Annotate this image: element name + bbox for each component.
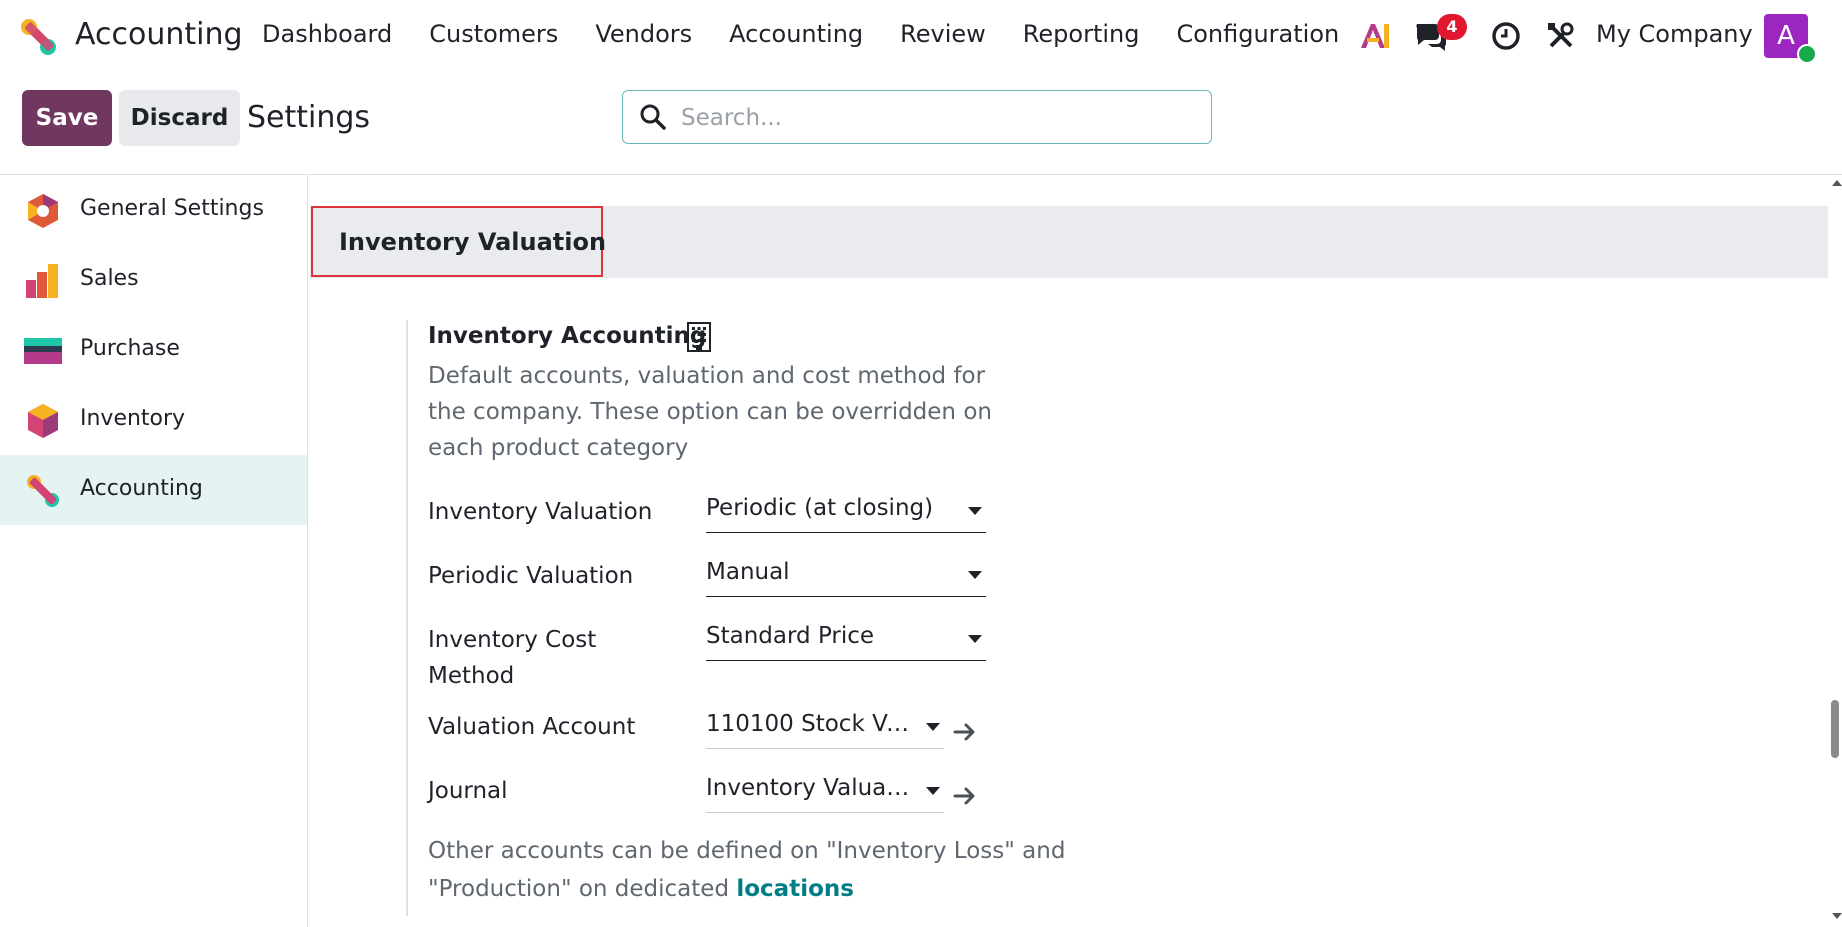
- chevron-down-icon: [968, 635, 982, 643]
- chevron-down-icon: [926, 787, 940, 795]
- search-icon: [640, 104, 666, 130]
- inventory-valuation-value: Periodic (at closing): [706, 495, 934, 521]
- systray: 4 My Company A: [0, 14, 1842, 64]
- scrollbar-track[interactable]: [1828, 175, 1842, 927]
- journal-label: Journal: [428, 778, 508, 804]
- sidebar-item-accounting[interactable]: Accounting: [0, 455, 307, 525]
- control-panel: Save Discard Settings: [0, 72, 1842, 175]
- periodic-valuation-label: Periodic Valuation: [428, 563, 634, 589]
- other-accounts-note: Other accounts can be defined on "Invent…: [428, 832, 1108, 908]
- sidebar-item-label: Purchase: [80, 336, 180, 361]
- scrollbar-thumb[interactable]: [1831, 700, 1839, 758]
- top-navbar: Accounting Dashboard Customers Vendors A…: [0, 0, 1842, 72]
- settings-sidebar: General Settings Sales Purchase Inventor…: [0, 175, 308, 927]
- journal-select[interactable]: Inventory Valuation: [706, 773, 944, 813]
- page-title: Settings: [247, 100, 371, 135]
- save-button[interactable]: Save: [22, 90, 112, 146]
- building-icon: [687, 322, 711, 352]
- company-switcher[interactable]: My Company: [1596, 20, 1753, 48]
- inventory-valuation-label: Inventory Valuation: [428, 499, 653, 525]
- valuation-account-select[interactable]: 110100 Stock Valuation: [706, 709, 944, 749]
- scroll-up-arrow-icon[interactable]: [1832, 180, 1842, 186]
- sales-icon: [26, 264, 58, 298]
- valuation-account-value: 110100 Stock Valuation: [706, 711, 918, 737]
- sidebar-item-inventory[interactable]: Inventory: [0, 385, 307, 455]
- setting-divider: [406, 320, 408, 916]
- setting-title: Inventory Accounting: [428, 323, 707, 349]
- chevron-down-icon: [968, 571, 982, 579]
- periodic-valuation-select[interactable]: Manual: [706, 557, 986, 597]
- valuation-account-label: Valuation Account: [428, 714, 636, 740]
- inventory-cost-method-select[interactable]: Standard Price: [706, 621, 986, 661]
- tools-icon[interactable]: [1545, 20, 1577, 52]
- locations-link[interactable]: locations: [736, 876, 854, 902]
- setting-description: Default accounts, valuation and cost met…: [428, 363, 992, 461]
- periodic-valuation-value: Manual: [706, 559, 790, 585]
- sidebar-item-general-settings[interactable]: General Settings: [0, 175, 307, 245]
- inventory-icon: [28, 404, 58, 438]
- chevron-down-icon: [968, 507, 982, 515]
- accounting-icon: [27, 475, 59, 507]
- clock-icon[interactable]: [1490, 20, 1522, 52]
- journal-value: Inventory Valuation: [706, 775, 918, 801]
- sidebar-item-label: Accounting: [80, 476, 203, 501]
- purchase-icon: [24, 338, 62, 364]
- inventory-cost-method-label: Inventory Cost Method: [428, 627, 597, 689]
- sidebar-item-label: Inventory: [80, 406, 186, 431]
- internal-link-arrow-icon[interactable]: [952, 719, 978, 745]
- general-settings-icon: [28, 194, 58, 228]
- section-title-highlight: Inventory Valuation: [311, 206, 607, 277]
- section-title: Inventory Valuation: [339, 228, 607, 256]
- internal-link-arrow-icon[interactable]: [952, 783, 978, 809]
- sidebar-item-sales[interactable]: Sales: [0, 245, 307, 315]
- messages-count-badge: 4: [1437, 14, 1467, 40]
- ai-icon[interactable]: [1358, 18, 1392, 52]
- online-status-dot: [1797, 44, 1817, 64]
- inventory-cost-method-value: Standard Price: [706, 623, 875, 649]
- sidebar-item-label: General Settings: [80, 196, 264, 221]
- settings-content: Inventory Valuation Inventory Accounting…: [308, 175, 1828, 927]
- sidebar-item-purchase[interactable]: Purchase: [0, 315, 307, 385]
- search-box[interactable]: [622, 90, 1212, 144]
- scroll-down-arrow-icon[interactable]: [1832, 913, 1842, 919]
- discard-button[interactable]: Discard: [119, 90, 240, 146]
- chevron-down-icon: [926, 723, 940, 731]
- sidebar-item-label: Sales: [80, 266, 139, 291]
- inventory-valuation-select[interactable]: Periodic (at closing): [706, 493, 986, 533]
- search-input[interactable]: [679, 99, 1203, 137]
